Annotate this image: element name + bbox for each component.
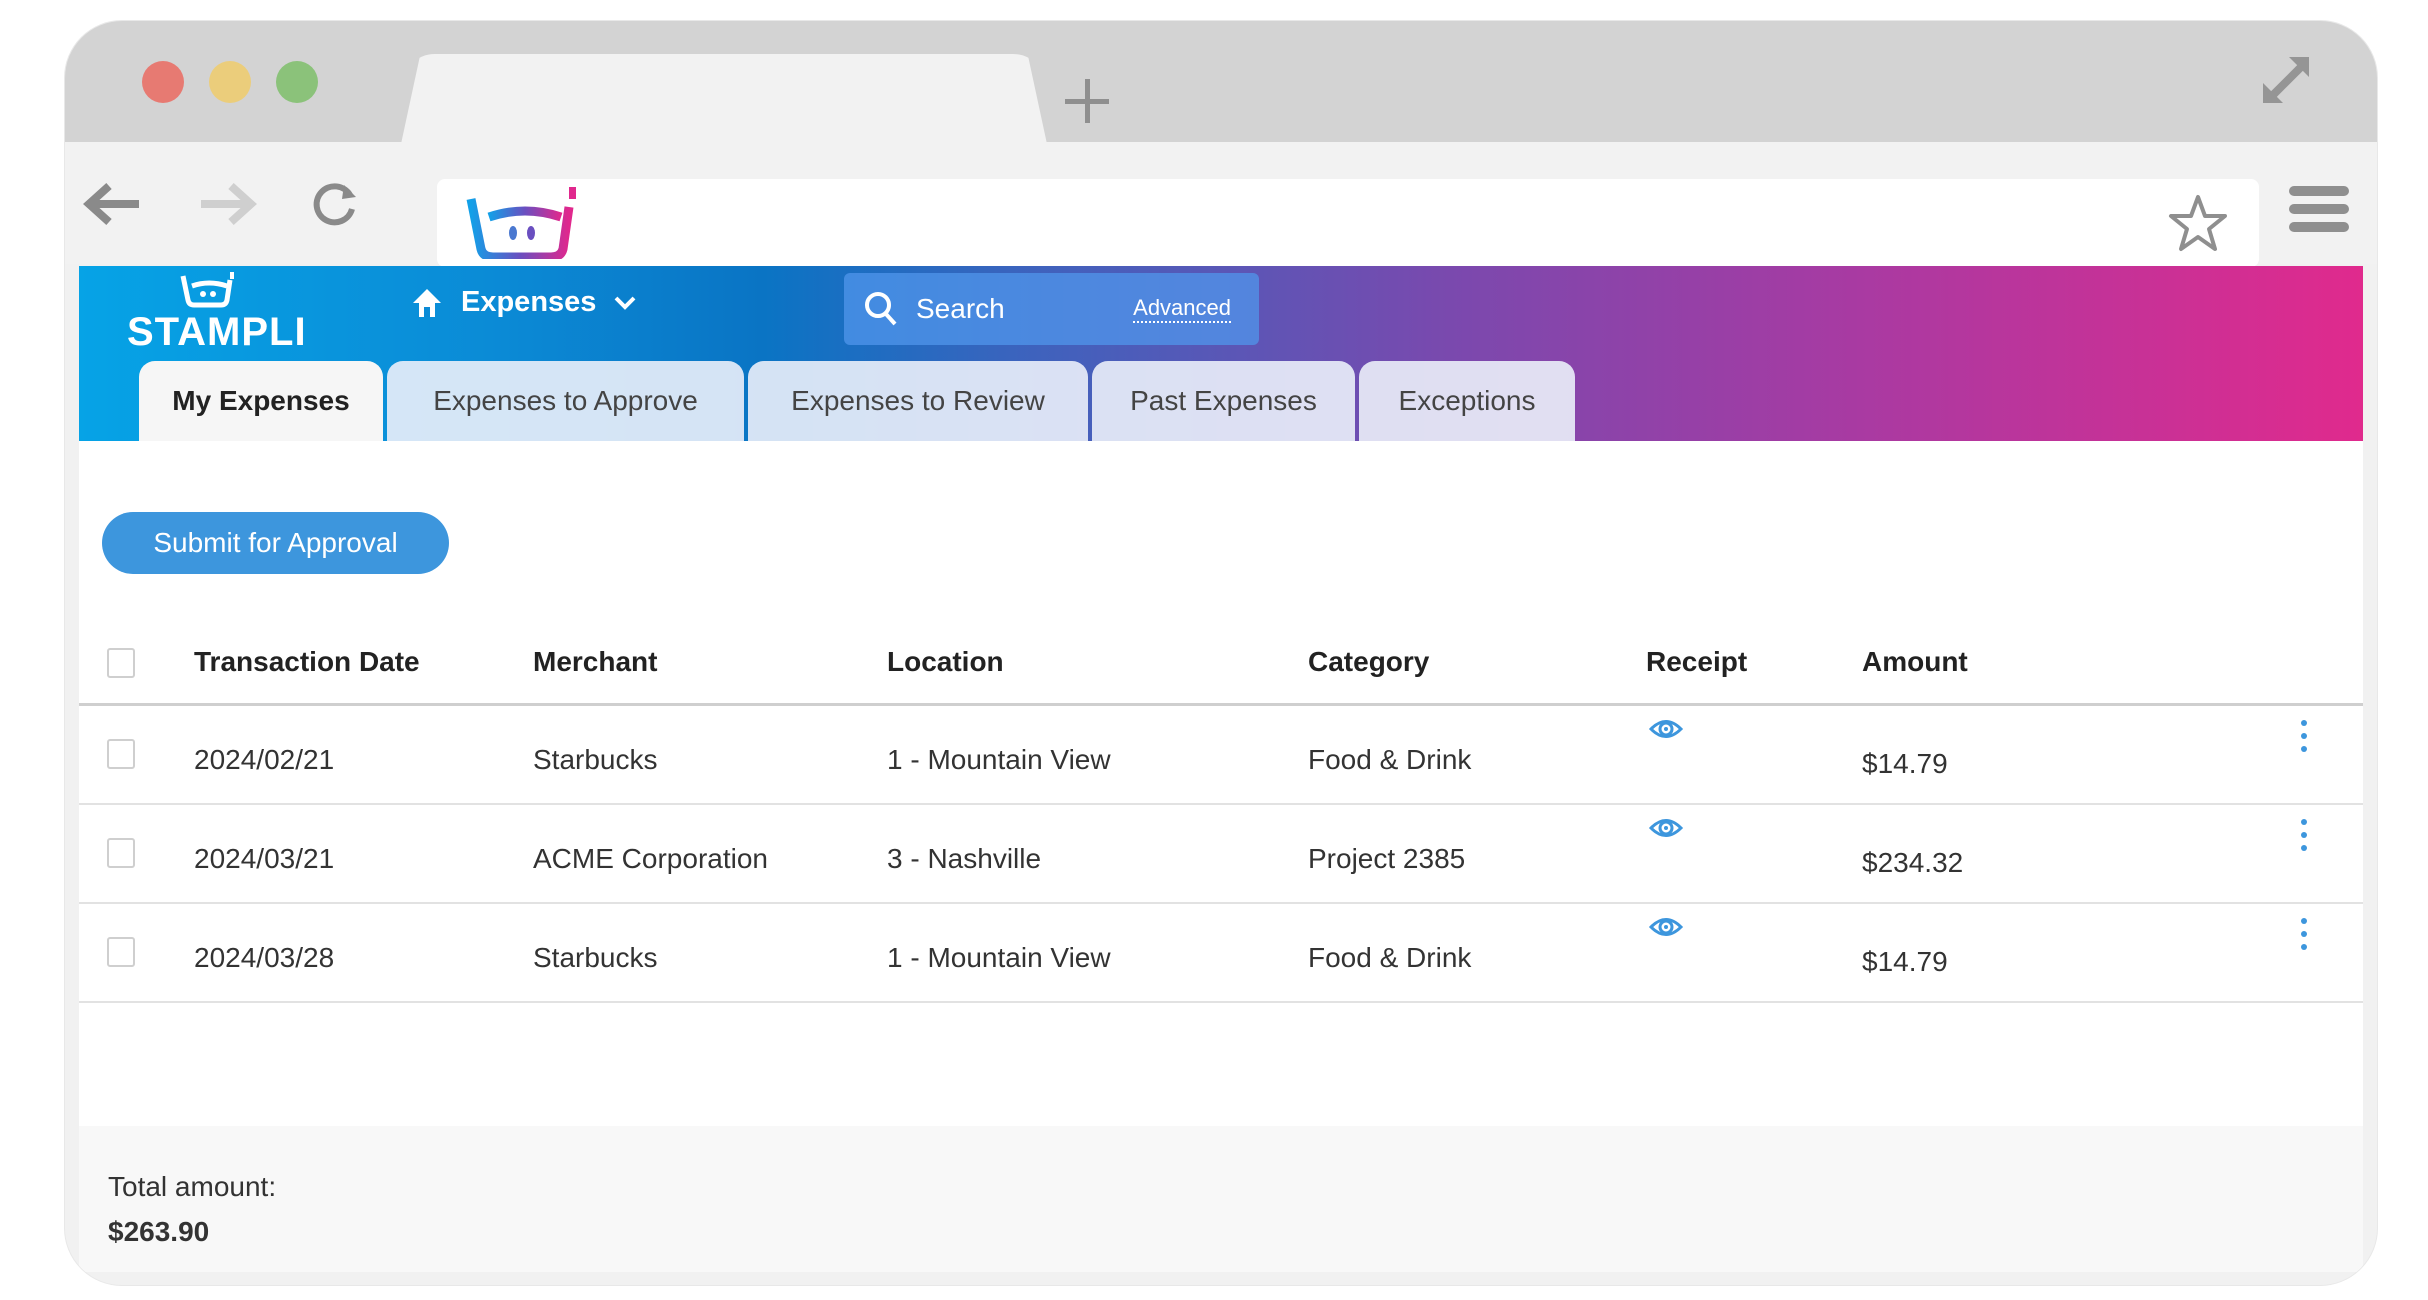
location: 1 - Mountain View <box>887 744 1111 775</box>
totals-footer: Total amount: $263.90 <box>79 1126 2363 1272</box>
row-checkbox[interactable] <box>107 937 135 967</box>
view-receipt-eye-icon[interactable] <box>1649 912 1683 942</box>
stampli-logo-icon <box>465 187 581 262</box>
brand-name: STAMPLI <box>127 310 307 354</box>
search-input[interactable]: Search <box>916 293 1005 325</box>
browser-tab[interactable] <box>401 54 1047 144</box>
header-category[interactable]: Category <box>1308 646 1429 678</box>
header-location[interactable]: Location <box>887 646 1004 678</box>
app-content: STAMPLI Expenses Search Advanced My Expe… <box>79 266 2363 1272</box>
select-all-checkbox[interactable] <box>107 648 135 678</box>
module-label: Expenses <box>461 286 597 318</box>
merchant: Starbucks <box>533 942 658 973</box>
merchant: ACME Corporation <box>533 843 768 874</box>
chevron-down-icon <box>615 296 636 310</box>
location: 3 - Nashville <box>887 843 1042 874</box>
expenses-table: Transaction Date Merchant Location Categ… <box>79 606 2363 1003</box>
row-more-options-icon[interactable] <box>2297 916 2311 952</box>
arrow-right-icon[interactable] <box>197 174 257 234</box>
header-receipt[interactable]: Receipt <box>1646 646 1747 678</box>
header-amount[interactable]: Amount <box>1862 646 1968 678</box>
advanced-search-link[interactable]: Advanced <box>1133 295 1231 323</box>
category: Food & Drink <box>1308 744 1472 775</box>
app-header: STAMPLI Expenses Search Advanced My Expe… <box>79 266 2363 441</box>
total-amount-value: $263.90 <box>108 1216 210 1247</box>
tab-exceptions[interactable]: Exceptions <box>1359 361 1575 441</box>
browser-tabstrip <box>65 21 2377 144</box>
expense-tabs: My Expenses Expenses to Approve Expenses… <box>139 361 1575 441</box>
amount: $14.79 <box>1862 748 1948 779</box>
table-row[interactable]: 2024/03/21 ACME Corporation 3 - Nashvill… <box>79 805 2363 904</box>
home-icon[interactable] <box>411 287 443 319</box>
close-window-button[interactable] <box>142 61 184 103</box>
tab-expenses-to-approve[interactable]: Expenses to Approve <box>387 361 744 441</box>
star-icon[interactable] <box>2167 193 2229 255</box>
view-receipt-eye-icon[interactable] <box>1649 813 1683 843</box>
table-header: Transaction Date Merchant Location Categ… <box>79 606 2363 706</box>
header-merchant[interactable]: Merchant <box>533 646 657 678</box>
tab-past-expenses[interactable]: Past Expenses <box>1092 361 1355 441</box>
transaction-date: 2024/03/21 <box>194 843 335 874</box>
amount: $14.79 <box>1862 946 1948 977</box>
browser-navbar <box>65 142 2377 267</box>
row-more-options-icon[interactable] <box>2297 718 2311 754</box>
arrow-left-icon[interactable] <box>83 174 143 234</box>
merchant: Starbucks <box>533 744 658 775</box>
brand-logo[interactable]: STAMPLI <box>127 272 306 354</box>
table-row[interactable]: 2024/03/28 Starbucks 1 - Mountain View F… <box>79 904 2363 1003</box>
browser-window: STAMPLI Expenses Search Advanced My Expe… <box>64 20 2378 1286</box>
expand-icon[interactable] <box>2257 51 2317 111</box>
new-tab-plus-icon[interactable] <box>1065 79 1109 123</box>
view-receipt-eye-icon[interactable] <box>1649 714 1683 744</box>
row-checkbox[interactable] <box>107 838 135 868</box>
search-icon <box>865 292 897 326</box>
module-dropdown[interactable]: Expenses <box>411 286 636 319</box>
category: Food & Drink <box>1308 942 1472 973</box>
stampli-basket-icon <box>180 272 234 308</box>
category: Project 2385 <box>1308 843 1466 874</box>
location: 1 - Mountain View <box>887 942 1111 973</box>
search-box[interactable]: Search Advanced <box>844 273 1259 345</box>
transaction-date: 2024/03/28 <box>194 942 335 973</box>
hamburger-icon[interactable] <box>2289 186 2349 236</box>
row-more-options-icon[interactable] <box>2297 817 2311 853</box>
transaction-date: 2024/02/21 <box>194 744 335 775</box>
total-amount-label: Total amount: <box>108 1171 277 1202</box>
row-checkbox[interactable] <box>107 739 135 769</box>
reload-icon[interactable] <box>305 174 365 234</box>
tab-expenses-to-review[interactable]: Expenses to Review <box>748 361 1088 441</box>
address-bar[interactable] <box>437 179 2259 267</box>
tab-my-expenses[interactable]: My Expenses <box>139 361 383 441</box>
submit-for-approval-button[interactable]: Submit for Approval <box>102 512 449 574</box>
table-row[interactable]: 2024/02/21 Starbucks 1 - Mountain View F… <box>79 706 2363 805</box>
maximize-window-button[interactable] <box>276 61 318 103</box>
minimize-window-button[interactable] <box>209 61 251 103</box>
header-transaction-date[interactable]: Transaction Date <box>194 646 420 678</box>
amount: $234.32 <box>1862 847 1964 878</box>
